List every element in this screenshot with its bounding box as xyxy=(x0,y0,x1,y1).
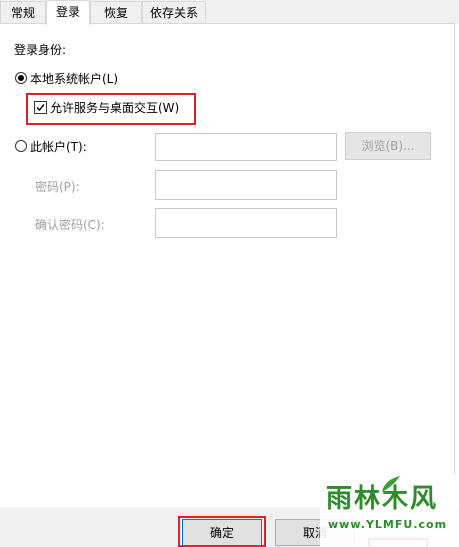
watermark-logo: 雨林木风 www.YLMFU.com xyxy=(320,474,459,547)
confirm-password-field[interactable] xyxy=(155,208,337,238)
password-field[interactable] xyxy=(155,170,337,200)
tab-recovery[interactable]: 恢复 xyxy=(90,1,142,23)
leaf-icon xyxy=(382,476,400,492)
local-system-radio[interactable] xyxy=(15,72,27,84)
this-account-label[interactable]: 此帐户(T): xyxy=(30,138,87,155)
watermark-url: www.YLMFU.com xyxy=(328,518,448,531)
password-label: 密码(P): xyxy=(35,180,80,194)
tab-general[interactable]: 常规 xyxy=(0,1,46,23)
radio-selected-dot xyxy=(18,75,24,81)
logon-as-label: 登录身份: xyxy=(14,43,67,57)
tab-strip: 常规 登录 恢复 依存关系 xyxy=(0,0,459,25)
browse-button[interactable]: 浏览(B)... xyxy=(345,132,431,160)
interact-desktop-label[interactable]: 允许服务与桌面交互(W) xyxy=(50,99,179,116)
ok-button[interactable]: 确定 xyxy=(182,519,262,546)
checkmark-icon xyxy=(36,104,45,112)
tab-dependencies[interactable]: 依存关系 xyxy=(142,1,206,23)
local-system-label[interactable]: 本地系统帐户(L) xyxy=(30,70,118,87)
confirm-password-label: 确认密码(C): xyxy=(35,218,105,232)
account-input[interactable] xyxy=(155,133,337,161)
tab-logon[interactable]: 登录 xyxy=(46,0,90,25)
interact-desktop-checkbox[interactable] xyxy=(34,101,47,114)
this-account-radio[interactable] xyxy=(15,140,27,152)
